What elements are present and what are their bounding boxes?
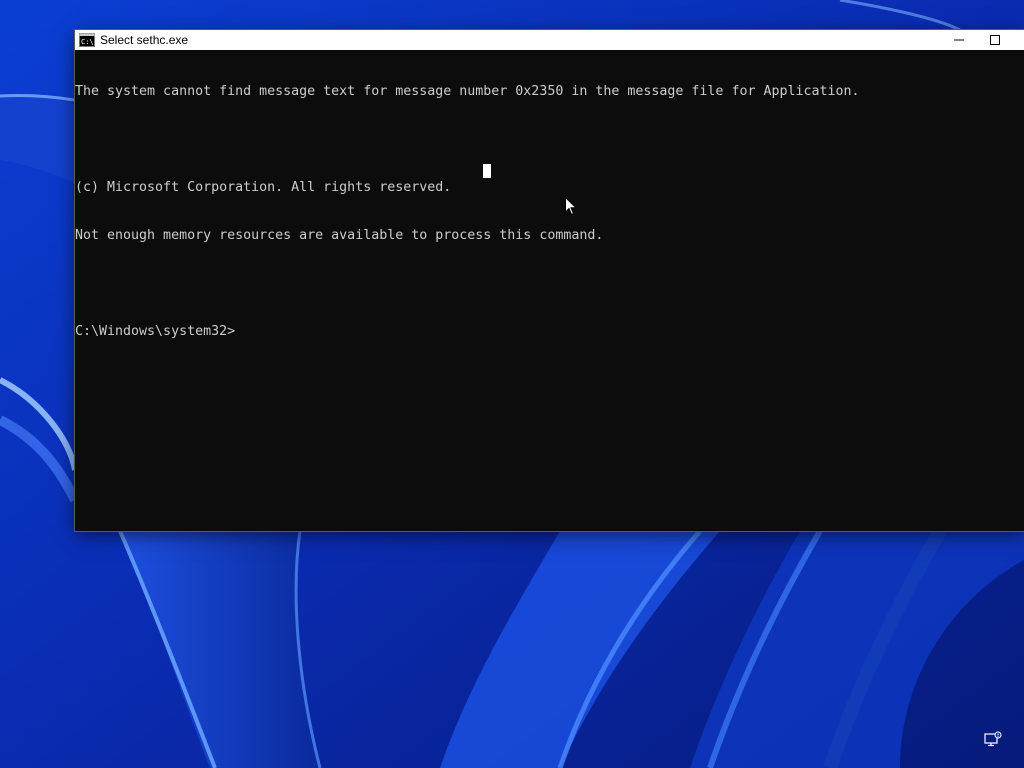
cmd-icon: C:\ <box>79 33 95 47</box>
console-line: Not enough memory resources are availabl… <box>75 228 604 243</box>
minimize-icon <box>954 35 964 45</box>
command-prompt[interactable]: C:\Windows\system32> <box>75 324 1024 340</box>
selection-cursor <box>483 164 491 178</box>
console-window[interactable]: C:\ Select sethc.exe The system cannot f… <box>75 30 1024 531</box>
console-line: The system cannot find message text for … <box>75 84 860 99</box>
mouse-pointer-icon <box>565 197 577 217</box>
maximize-button[interactable] <box>977 30 1013 50</box>
console-output[interactable]: The system cannot find message text for … <box>75 50 1024 531</box>
title-bar[interactable]: C:\ Select sethc.exe <box>75 30 1024 50</box>
window-title: Select sethc.exe <box>100 33 189 47</box>
minimize-button[interactable] <box>941 30 977 50</box>
network-icon[interactable] <box>984 731 1002 747</box>
svg-text:C:\: C:\ <box>81 38 94 46</box>
maximize-icon <box>990 35 1000 45</box>
console-line: (c) Microsoft Corporation. All rights re… <box>75 180 452 195</box>
